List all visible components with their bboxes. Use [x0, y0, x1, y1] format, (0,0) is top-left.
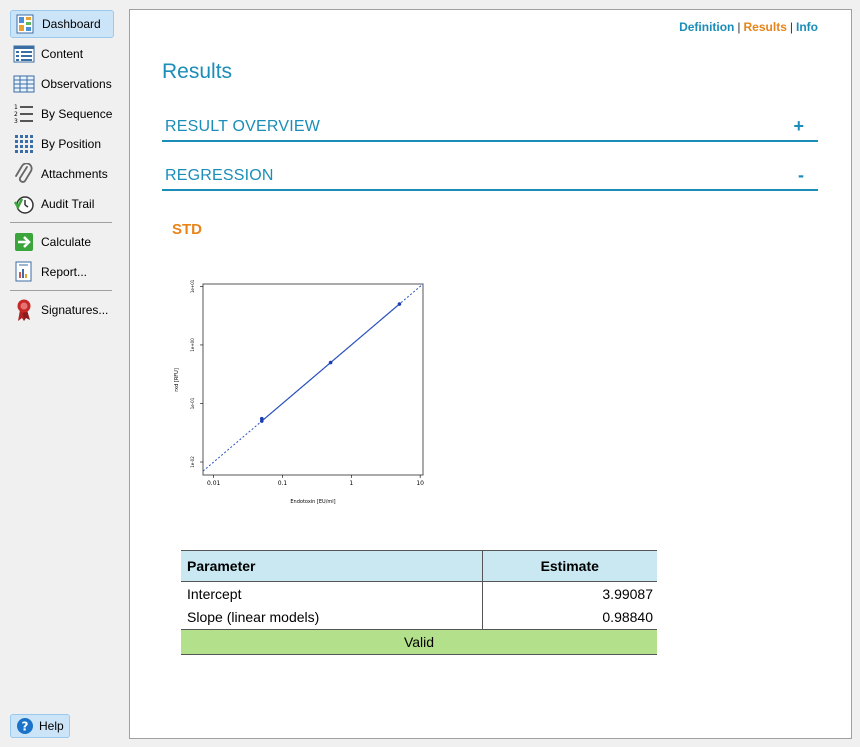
- sidebar-item-label: Content: [41, 47, 84, 61]
- sidebar-item-label: Attachments: [41, 167, 108, 181]
- link-separator: |: [737, 20, 741, 34]
- column-header-parameter: Parameter: [181, 550, 483, 582]
- x-tick-label: 0.1: [278, 480, 288, 487]
- result-overview-section[interactable]: RESULT OVERVIEW +: [162, 116, 818, 142]
- main-panel: Definition | Results | Info Results RESULT O…: [129, 9, 852, 739]
- sequence-icon: 123: [12, 102, 36, 126]
- seal-icon: [12, 298, 36, 322]
- regression-plot: 0.01 0.1 1 10 1e-02 1e-01 1e+00 1e+01 Endotoxi…: [174, 280, 424, 505]
- help-icon: ?: [16, 717, 34, 735]
- section-title: REGRESSION: [165, 167, 274, 184]
- dashboard-icon: [13, 12, 37, 36]
- estimate-cell: 0.98840: [602, 609, 653, 626]
- observations-icon: [12, 72, 36, 96]
- info-link[interactable]: Info: [796, 20, 818, 34]
- estimate-cell: 3.99087: [602, 585, 653, 602]
- sidebar-item-label: Calculate: [41, 235, 92, 249]
- sidebar-item-dashboard[interactable]: Dashboard: [10, 10, 114, 38]
- regression-section[interactable]: REGRESSION -: [162, 165, 818, 191]
- sidebar-item-signatures[interactable]: Signatures...: [10, 296, 114, 324]
- sidebar-divider: [10, 222, 112, 223]
- content-icon: [12, 42, 36, 66]
- column-header-estimate: Estimate: [482, 550, 657, 582]
- svg-text:?: ?: [22, 720, 29, 734]
- expand-toggle[interactable]: +: [793, 116, 804, 137]
- report-icon: [12, 260, 36, 284]
- sidebar-item-by-sequence[interactable]: 123 By Sequence: [10, 100, 114, 128]
- sidebar-item-label: Observations: [41, 77, 112, 91]
- sidebar: Dashboard Content Observations 123 By Se…: [0, 0, 122, 747]
- sidebar-item-observations[interactable]: Observations: [10, 70, 114, 98]
- x-tick-label: 1: [349, 480, 353, 487]
- sidebar-item-content[interactable]: Content: [10, 40, 114, 68]
- svg-text:3: 3: [14, 118, 18, 125]
- table-row: Slope (linear models) 0.98840: [181, 605, 657, 630]
- sidebar-item-label: By Position: [41, 137, 102, 151]
- sidebar-divider: [10, 290, 112, 291]
- sidebar-item-label: Report...: [41, 265, 88, 279]
- help-button[interactable]: ? Help: [10, 714, 70, 738]
- parameter-cell: Intercept: [181, 581, 483, 606]
- std-label: STD: [172, 221, 202, 238]
- definition-link[interactable]: Definition: [679, 20, 734, 34]
- sidebar-item-label: Audit Trail: [41, 197, 95, 211]
- page-title: Results: [162, 60, 233, 83]
- sidebar-item-label: Dashboard: [42, 17, 101, 31]
- section-title: RESULT OVERVIEW: [165, 118, 321, 135]
- sidebar-item-audit-trail[interactable]: Audit Trail: [10, 190, 114, 218]
- table-row: Intercept 3.99087: [181, 581, 657, 606]
- x-axis-label: Endotoxin [EU/ml]: [290, 499, 335, 505]
- table-header-row: Parameter Estimate: [181, 550, 657, 582]
- status-row: Valid: [181, 629, 657, 655]
- sidebar-item-by-position[interactable]: By Position: [10, 130, 114, 158]
- data-point: [397, 302, 402, 306]
- help-label: Help: [39, 719, 64, 733]
- x-tick-label: 10: [416, 480, 424, 487]
- y-tick-label: 1e-02: [190, 456, 195, 468]
- parameter-table: Parameter Estimate Intercept 3.99087 Slo…: [181, 550, 657, 655]
- link-separator: |: [789, 20, 793, 34]
- x-tick-label: 0.01: [207, 480, 221, 487]
- parameter-cell: Slope (linear models): [181, 605, 483, 630]
- data-point: [259, 416, 264, 421]
- results-link[interactable]: Results: [744, 20, 787, 34]
- position-icon: [12, 132, 36, 156]
- sidebar-item-report[interactable]: Report...: [10, 258, 114, 286]
- valid-status: Valid: [181, 629, 657, 655]
- sidebar-item-label: Signatures...: [41, 303, 109, 317]
- y-axis-label: rxd [RFU]: [174, 368, 180, 392]
- y-tick-label: 1e+00: [190, 338, 195, 352]
- paperclip-icon: [12, 162, 36, 186]
- svg-text:2: 2: [14, 111, 18, 118]
- data-point: [328, 360, 333, 365]
- y-tick-label: 1e-01: [190, 397, 195, 409]
- sidebar-item-attachments[interactable]: Attachments: [10, 160, 114, 188]
- y-tick-label: 1e+01: [190, 280, 195, 293]
- collapse-toggle[interactable]: -: [798, 165, 804, 186]
- sidebar-item-label: By Sequence: [41, 107, 113, 121]
- arrow-right-icon: [12, 230, 36, 254]
- svg-text:1: 1: [14, 104, 18, 111]
- top-links: Definition | Results | Info: [679, 20, 818, 34]
- sidebar-item-calculate[interactable]: Calculate: [10, 228, 114, 256]
- audit-clock-icon: [12, 192, 36, 216]
